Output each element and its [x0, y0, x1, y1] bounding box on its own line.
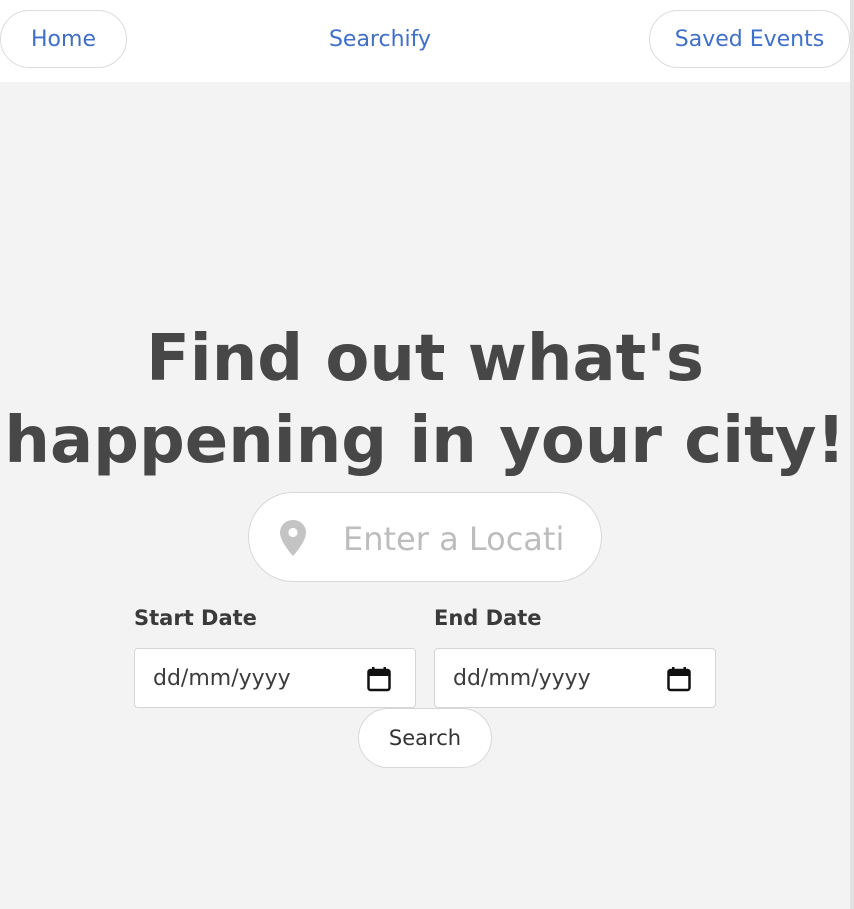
map-pin-icon	[280, 520, 306, 556]
page-title: Find out what's happening in your city!	[4, 322, 846, 478]
top-nav: Home Searchify Saved Events	[0, 0, 850, 82]
calendar-icon[interactable]	[367, 666, 391, 692]
main-content: Find out what's happening in your city! …	[0, 82, 850, 909]
start-date-value: dd/mm/yyyy	[153, 666, 291, 691]
vertical-scrollbar[interactable]	[850, 0, 854, 909]
page: Home Searchify Saved Events Find out wha…	[0, 0, 854, 909]
calendar-icon[interactable]	[667, 666, 691, 692]
start-date-label: Start Date	[134, 606, 257, 630]
end-date-input[interactable]: dd/mm/yyyy	[434, 648, 716, 708]
search-button[interactable]: Search	[358, 708, 492, 768]
end-date-value: dd/mm/yyyy	[453, 666, 591, 691]
start-date-input[interactable]: dd/mm/yyyy	[134, 648, 416, 708]
location-input[interactable]	[341, 513, 567, 565]
end-date-label: End Date	[434, 606, 542, 630]
home-button[interactable]: Home	[0, 10, 127, 68]
saved-events-button[interactable]: Saved Events	[649, 10, 850, 68]
location-search-box[interactable]	[248, 492, 602, 582]
brand-link[interactable]: Searchify	[300, 10, 460, 68]
